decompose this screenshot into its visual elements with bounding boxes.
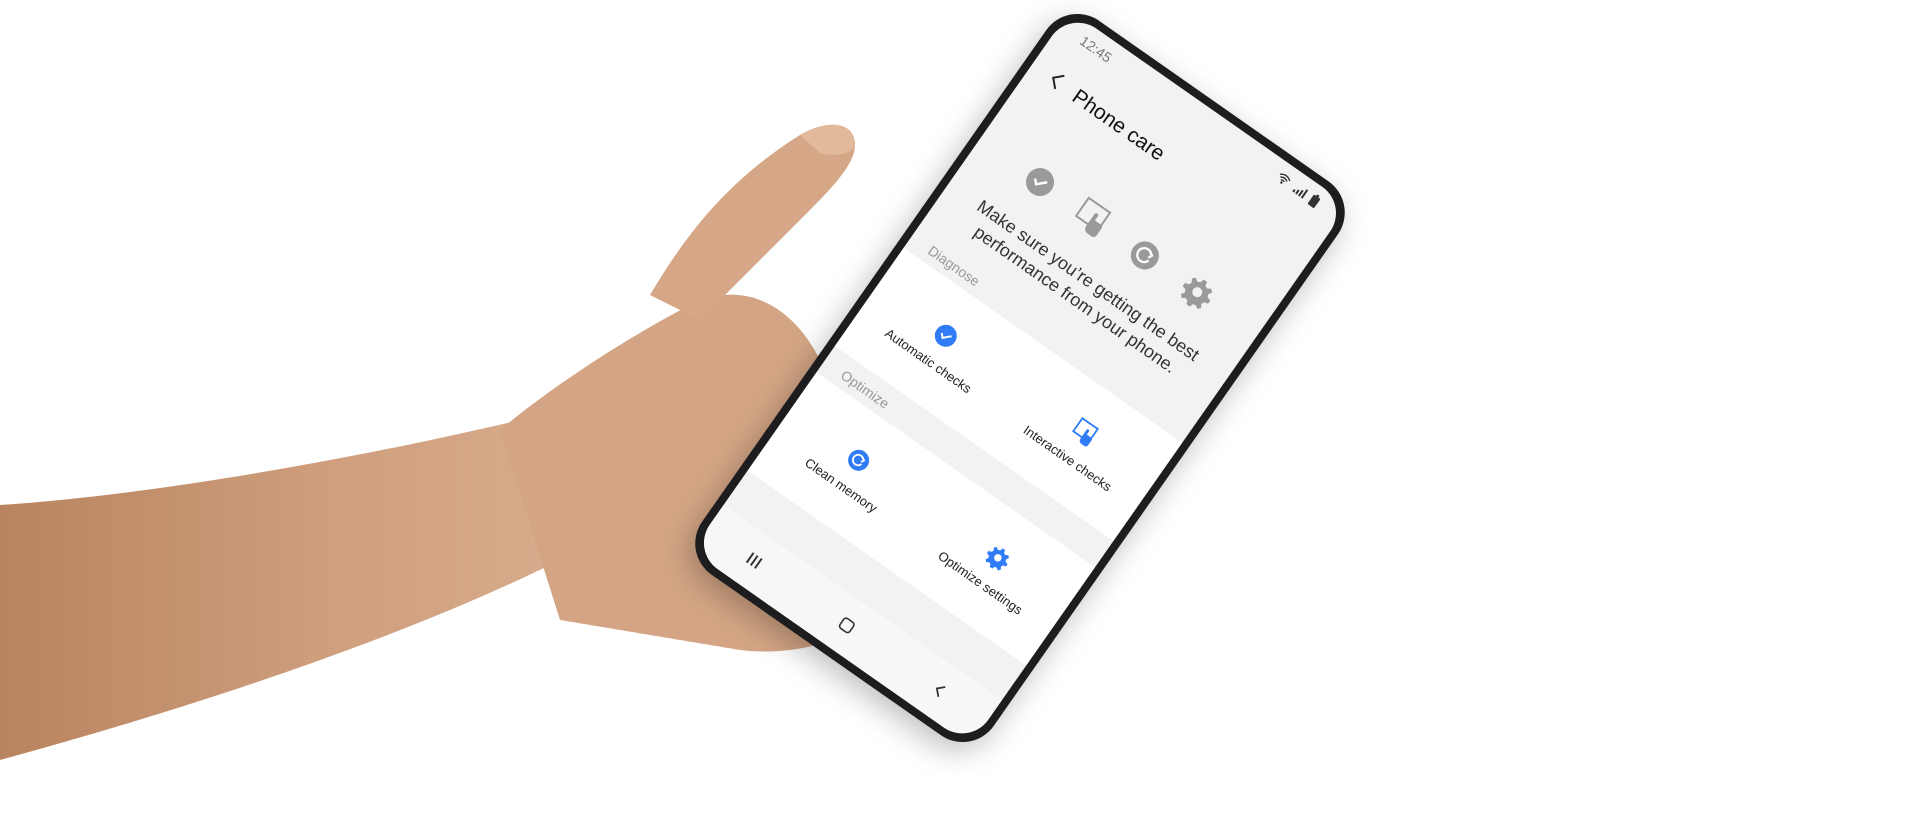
home-icon[interactable] bbox=[819, 598, 875, 654]
refresh-circle-icon bbox=[1120, 230, 1170, 280]
signal-icon bbox=[1289, 181, 1309, 201]
check-circle-icon bbox=[1015, 157, 1065, 207]
scene: 12:45 Phone care Make sure you’re gettin… bbox=[0, 0, 1920, 824]
touch-screen-icon bbox=[1067, 415, 1103, 451]
wifi-icon bbox=[1273, 170, 1293, 190]
gear-icon bbox=[980, 539, 1016, 575]
refresh-circle-icon bbox=[841, 442, 877, 478]
gear-icon bbox=[1172, 267, 1222, 317]
back-arrow-icon[interactable] bbox=[1043, 68, 1068, 96]
touch-screen-icon bbox=[1067, 194, 1117, 244]
thumb-illustration bbox=[650, 124, 855, 320]
status-time: 12:45 bbox=[1076, 32, 1115, 66]
battery-icon bbox=[1305, 192, 1322, 211]
check-circle-icon bbox=[928, 317, 964, 353]
back-icon[interactable] bbox=[912, 663, 968, 719]
recents-icon[interactable] bbox=[726, 533, 782, 589]
